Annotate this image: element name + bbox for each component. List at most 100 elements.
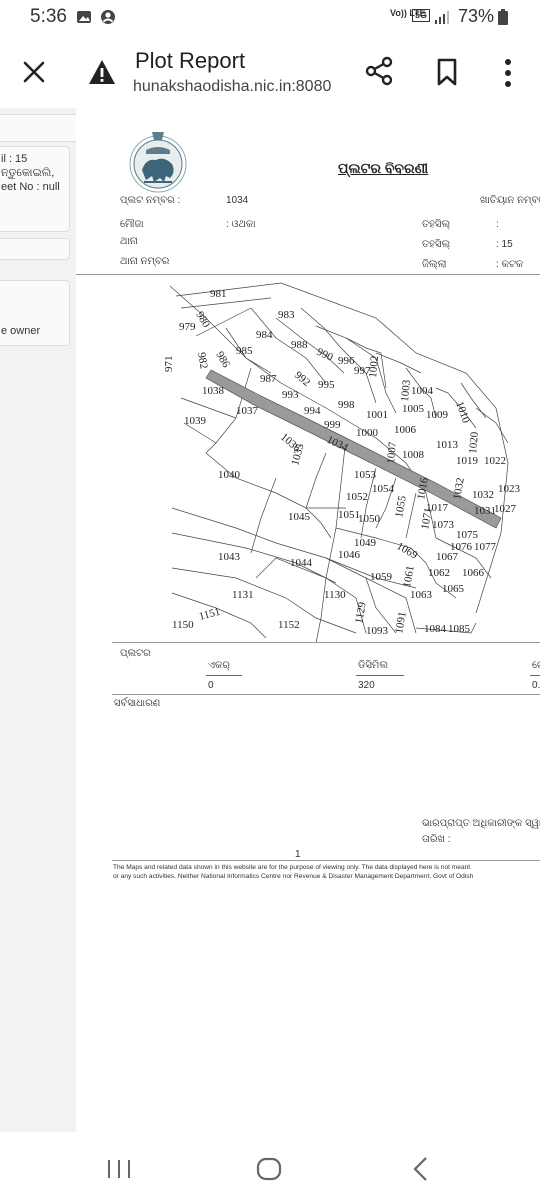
header-divider (76, 274, 540, 275)
svg-text:1005: 1005 (402, 403, 425, 415)
svg-text:980: 980 (193, 310, 212, 331)
svg-text:1004: 1004 (411, 385, 434, 397)
svg-text:1045: 1045 (288, 511, 311, 523)
warning-icon[interactable] (88, 58, 116, 86)
plot-no-label: ପ୍ଲଟ ନମ୍ବର : (120, 195, 181, 206)
svg-text:994: 994 (304, 405, 321, 417)
svg-text:1049: 1049 (354, 537, 377, 549)
svg-text:1031: 1031 (474, 505, 496, 517)
khatiyan-label: ଖାତିୟାନ ନମ୍ବର: (480, 195, 540, 206)
svg-text:992: 992 (292, 369, 312, 389)
acre-underline (206, 675, 242, 676)
svg-text:1151: 1151 (198, 606, 222, 623)
disclaimer-line-2: or any such activities. Neither National… (113, 873, 474, 880)
svg-text:999: 999 (324, 419, 341, 431)
svg-text:1006: 1006 (394, 424, 417, 436)
close-icon[interactable] (20, 58, 48, 86)
recent-apps-icon[interactable] (104, 1154, 134, 1184)
network-type: 5G (412, 9, 431, 22)
decimal-value: 320 (358, 680, 375, 691)
svg-text:1085: 1085 (448, 623, 471, 635)
back-icon[interactable] (406, 1154, 436, 1184)
hectare-value: 0. (532, 680, 540, 691)
svg-text:981: 981 (210, 288, 227, 300)
svg-text:979: 979 (179, 321, 196, 333)
report-title: ପ୍ଲଟର ବିବରଣୀ (338, 160, 429, 176)
tahasil-label: ତହସିଲ୍ (422, 219, 451, 230)
battery-percent: 73% (457, 6, 494, 26)
more-options-icon[interactable] (498, 58, 518, 88)
page-title: Plot Report (135, 48, 246, 73)
svg-text:983: 983 (278, 309, 295, 321)
plot-no-value: 1034 (226, 195, 249, 206)
hectare-underline (530, 675, 540, 676)
share-icon[interactable] (364, 56, 394, 86)
svg-text:1063: 1063 (410, 589, 433, 601)
bookmark-icon[interactable] (436, 58, 458, 86)
odisha-emblem-icon (129, 132, 187, 193)
tahasil-value: : (496, 219, 499, 230)
svg-text:1131: 1131 (232, 589, 254, 601)
side-line-2: ନ୍ତୁକୋଇଲି, (1, 167, 55, 179)
svg-text:1073: 1073 (432, 519, 455, 531)
svg-text:988: 988 (291, 339, 308, 351)
svg-text:1061: 1061 (401, 565, 417, 589)
svg-text:986: 986 (213, 350, 232, 371)
parcel-labels: 981 979 980 983 984 985 986 982 971 988 … (163, 288, 521, 637)
footer-divider (112, 860, 540, 861)
svg-text:1039: 1039 (184, 415, 207, 427)
svg-text:1027: 1027 (494, 503, 517, 515)
svg-text:1050: 1050 (358, 513, 381, 525)
system-nav-bar (0, 1132, 540, 1204)
district-label: ଜିଲ୍ଲା (422, 259, 447, 270)
svg-text:1075: 1075 (456, 529, 479, 541)
svg-text:1002: 1002 (367, 355, 381, 378)
status-time: 5:36 (30, 6, 67, 27)
page-number: 1 (295, 849, 301, 860)
page-url[interactable]: hunakshaodisha.nic.in:8080 (133, 78, 331, 96)
svg-text:1065: 1065 (442, 583, 465, 595)
date-label: ତାରିଖ : (422, 834, 451, 845)
svg-text:1067: 1067 (436, 551, 459, 563)
side-card-top (0, 114, 78, 142)
mouza-label: ମୌଜା (120, 219, 144, 230)
svg-text:1054: 1054 (372, 483, 395, 495)
svg-text:1016: 1016 (415, 476, 431, 500)
side-line-3: eet No : null (1, 181, 60, 193)
svg-text:993: 993 (282, 389, 299, 401)
svg-text:1013: 1013 (436, 439, 459, 451)
svg-text:1008: 1008 (402, 449, 425, 461)
home-icon[interactable] (254, 1154, 284, 1184)
svg-text:1010: 1010 (453, 400, 472, 425)
web-viewport[interactable]: il : 15 ନ୍ତୁକୋଇଲି, eet No : null e owner… (0, 108, 540, 1132)
district-value: : କଟକ (496, 259, 524, 270)
signal-icon (435, 11, 449, 24)
svg-text:995: 995 (318, 379, 335, 391)
svg-text:1022: 1022 (484, 455, 506, 467)
svg-text:985: 985 (236, 345, 253, 357)
svg-text:971: 971 (163, 356, 175, 373)
side-input-box[interactable] (0, 238, 70, 260)
side-info-card: il : 15 ନ୍ତୁକୋଇଲି, eet No : null (0, 146, 70, 232)
browser-toolbar: Plot Report hunakshaodisha.nic.in:8080 (0, 36, 540, 108)
svg-text:1032: 1032 (451, 477, 467, 501)
svg-text:996: 996 (338, 355, 355, 367)
svg-text:1150: 1150 (172, 619, 194, 631)
plot-section-label: ପ୍ଲଟର (120, 648, 151, 659)
left-side-panel: il : 15 ନ୍ତୁକୋଇଲି, eet No : null e owner (0, 108, 78, 1132)
status-bar: 5:36 Vo)) LTE 5G 73% (0, 0, 540, 36)
svg-text:1037: 1037 (236, 405, 259, 417)
decimal-underline (356, 675, 404, 676)
svg-text:1055: 1055 (393, 494, 409, 518)
svg-text:1046: 1046 (338, 549, 361, 561)
svg-text:1091: 1091 (393, 611, 409, 635)
account-icon (101, 10, 115, 24)
hectare-label: ଗେ (532, 660, 540, 671)
svg-text:1129: 1129 (353, 601, 369, 625)
svg-text:1093: 1093 (366, 625, 389, 637)
svg-text:1009: 1009 (426, 409, 449, 421)
side-owner-card: e owner (0, 280, 70, 346)
svg-text:1059: 1059 (370, 571, 393, 583)
svg-text:1019: 1019 (456, 455, 479, 467)
cadastral-map[interactable]: 981 979 980 983 984 985 986 982 971 988 … (76, 278, 540, 644)
